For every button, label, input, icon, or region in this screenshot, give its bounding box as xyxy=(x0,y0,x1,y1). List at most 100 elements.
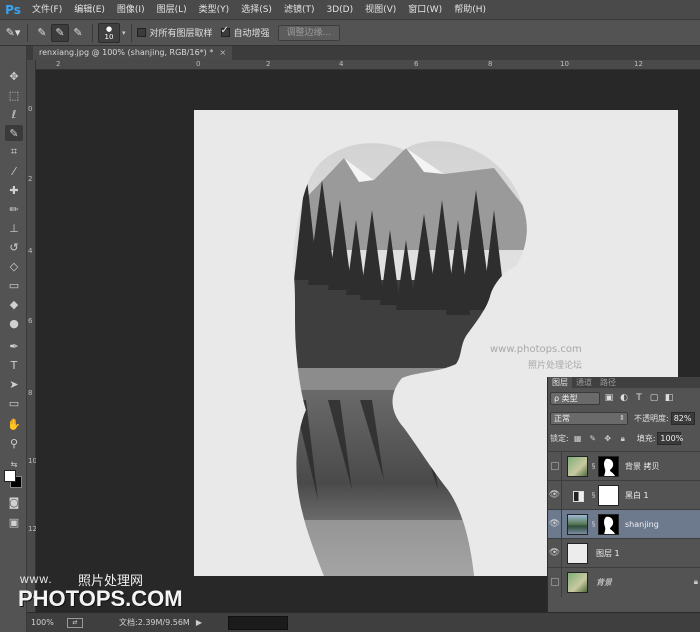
layers-panel-tabs: 图层 通道 路径 xyxy=(548,377,700,388)
lock-all-icon[interactable]: 🔒︎ xyxy=(617,434,629,444)
tab-paths[interactable]: 路径 xyxy=(596,377,620,388)
rectangle-tool-icon[interactable]: ▭ xyxy=(5,395,23,411)
filter-type-icon[interactable]: T xyxy=(633,393,645,403)
menu-help[interactable]: 帮助(H) xyxy=(448,0,492,20)
ruler-label: 8 xyxy=(28,389,33,397)
menu-file[interactable]: 文件(F) xyxy=(26,0,68,20)
subtract-from-selection-brush-icon[interactable]: ✎ xyxy=(69,24,87,42)
hand-tool-icon[interactable]: ✋ xyxy=(5,416,23,432)
zoom-level[interactable]: 100% xyxy=(31,618,67,627)
layers-panel: 图层 通道 路径 ρ 类型 ▣ ◐ T ▢ ◧ 正常 不透明度: 82% 锁定:… xyxy=(547,377,700,612)
lock-image-icon[interactable]: ✎ xyxy=(587,434,599,443)
layer-name[interactable]: 图层 1 xyxy=(596,548,620,559)
filter-adjustment-icon[interactable]: ◐ xyxy=(618,393,630,403)
layer-name[interactable]: 黑白 1 xyxy=(625,490,649,501)
menu-layer[interactable]: 图层(L) xyxy=(151,0,193,20)
layer-filter-select[interactable]: ρ 类型 xyxy=(550,391,600,405)
brush-tool-icon[interactable]: ✏ xyxy=(5,201,23,217)
fill-label: 填充: xyxy=(636,434,656,443)
add-to-selection-brush-icon[interactable]: ✎ xyxy=(51,23,69,42)
sample-all-layers-option[interactable]: 对所有图层取样 xyxy=(136,26,213,39)
opacity-input[interactable]: 82% xyxy=(670,412,695,425)
quick-mask-icon[interactable]: ◙ xyxy=(5,494,23,510)
menu-edit[interactable]: 编辑(E) xyxy=(68,0,111,20)
auto-enhance-option[interactable]: 自动增强 xyxy=(220,25,270,39)
tool-preset-picker-icon[interactable]: ✎▾ xyxy=(4,24,22,42)
chain-link-icon[interactable]: § xyxy=(590,491,597,499)
layer-name[interactable]: 背景 拷贝 xyxy=(625,461,660,472)
visibility-toggle[interactable]: 👁︎ xyxy=(548,538,562,568)
marquee-tool-icon[interactable]: ⬚ xyxy=(5,87,23,103)
brush-size-picker[interactable]: ● 10 xyxy=(98,22,120,43)
pen-tool-icon[interactable]: ✒ xyxy=(5,338,23,354)
layer-row[interactable]: 👁︎ § 黑白 1 xyxy=(548,480,700,510)
menu-type[interactable]: 类型(Y) xyxy=(193,0,236,20)
lock-transparent-icon[interactable]: ▦ xyxy=(572,434,584,443)
move-tool-icon[interactable]: ✥ xyxy=(5,68,23,84)
dodge-tool-icon[interactable]: ● xyxy=(5,315,23,331)
menu-filter[interactable]: 滤镜(T) xyxy=(278,0,321,20)
history-brush-tool-icon[interactable]: ↺ xyxy=(5,239,23,255)
layer-mask-thumbnail[interactable] xyxy=(598,455,619,477)
layer-mask-thumbnail[interactable] xyxy=(598,484,619,506)
menu-select[interactable]: 选择(S) xyxy=(235,0,278,20)
filter-shape-icon[interactable]: ▢ xyxy=(648,393,660,403)
filter-smart-object-icon[interactable]: ◧ xyxy=(663,393,675,403)
layer-mask-thumbnail[interactable] xyxy=(598,513,619,535)
eraser-tool-icon[interactable]: ◇ xyxy=(5,258,23,274)
layer-name[interactable]: shanjing xyxy=(625,520,659,529)
layer-name[interactable]: 背景 xyxy=(596,577,612,588)
document-tab[interactable]: renxiang.jpg @ 100% (shanjing, RGB/16*) … xyxy=(33,46,233,60)
taskbar-thumbnail xyxy=(227,615,288,630)
layer-row[interactable]: 👁︎ § shanjing xyxy=(548,509,700,539)
menu-view[interactable]: 视图(V) xyxy=(359,0,402,20)
auto-enhance-checkbox[interactable] xyxy=(220,25,230,37)
menu-image[interactable]: 图像(I) xyxy=(111,0,151,20)
sample-all-layers-checkbox[interactable] xyxy=(136,28,146,37)
chain-link-icon[interactable]: § xyxy=(590,520,597,528)
blend-mode-select[interactable]: 正常 xyxy=(550,412,628,425)
toolbox: ✥ ⬚ ℓ ✎ ⌗ ⁄ ✚ ✏ ⊥ ↺ ◇ ▭ ◆ ● ✒ T ➤ ▭ ✋ ⚲ … xyxy=(0,46,27,632)
foreground-color-swatch[interactable] xyxy=(4,470,16,482)
document-tab-bar: renxiang.jpg @ 100% (shanjing, RGB/16*) … xyxy=(27,46,700,60)
fill-input[interactable]: 100% xyxy=(657,432,683,445)
mask-silhouette-icon xyxy=(604,458,616,476)
layer-row[interactable]: 👁︎ 图层 1 xyxy=(548,538,700,568)
tab-channels[interactable]: 通道 xyxy=(572,377,596,388)
status-menu-arrow-icon[interactable]: ▶ xyxy=(196,618,202,627)
visibility-toggle[interactable] xyxy=(548,567,562,597)
visibility-toggle[interactable] xyxy=(548,451,562,481)
visibility-toggle[interactable]: 👁︎ xyxy=(548,509,562,539)
gradient-tool-icon[interactable]: ▭ xyxy=(5,277,23,293)
refine-edge-button[interactable]: 调整边缘... xyxy=(277,24,341,41)
chevron-down-icon[interactable]: ▾ xyxy=(122,29,126,37)
options-bar: ✎▾ ✎ ✎ ✎ ● 10 ▾ 对所有图层取样 自动增强 调整边缘... xyxy=(0,20,700,46)
eyedropper-tool-icon[interactable]: ⁄ xyxy=(5,163,23,179)
close-icon[interactable]: × xyxy=(219,46,226,60)
lasso-tool-icon[interactable]: ℓ xyxy=(5,106,23,122)
visibility-toggle[interactable]: 👁︎ xyxy=(548,480,562,510)
tab-layers[interactable]: 图层 xyxy=(548,377,572,388)
type-tool-icon[interactable]: T xyxy=(5,357,23,373)
clone-stamp-tool-icon[interactable]: ⊥ xyxy=(5,220,23,236)
ruler-label: 8 xyxy=(488,60,493,68)
menu-window[interactable]: 窗口(W) xyxy=(402,0,448,20)
lock-icon: 🔒︎ xyxy=(693,577,698,586)
layer-row[interactable]: 背景 🔒︎ xyxy=(548,567,700,597)
new-selection-brush-icon[interactable]: ✎ xyxy=(33,24,51,42)
layer-row[interactable]: § 背景 拷贝 xyxy=(548,451,700,481)
zoom-tool-icon[interactable]: ⚲ xyxy=(5,435,23,451)
ruler-label: 6 xyxy=(414,60,419,68)
path-selection-tool-icon[interactable]: ➤ xyxy=(5,376,23,392)
ruler-label: 4 xyxy=(28,247,33,255)
screen-mode-icon[interactable]: ▣ xyxy=(5,514,23,530)
filter-pixel-icon[interactable]: ▣ xyxy=(603,393,615,403)
blur-tool-icon[interactable]: ◆ xyxy=(5,296,23,312)
crop-tool-icon[interactable]: ⌗ xyxy=(5,144,23,160)
lock-position-icon[interactable]: ✥ xyxy=(602,434,614,443)
quick-selection-tool-icon[interactable]: ✎ xyxy=(5,125,23,141)
healing-brush-tool-icon[interactable]: ✚ xyxy=(5,182,23,198)
chain-link-icon[interactable]: § xyxy=(590,462,597,470)
menu-3d[interactable]: 3D(D) xyxy=(320,0,359,20)
brush-dot-icon: ● xyxy=(105,24,113,33)
